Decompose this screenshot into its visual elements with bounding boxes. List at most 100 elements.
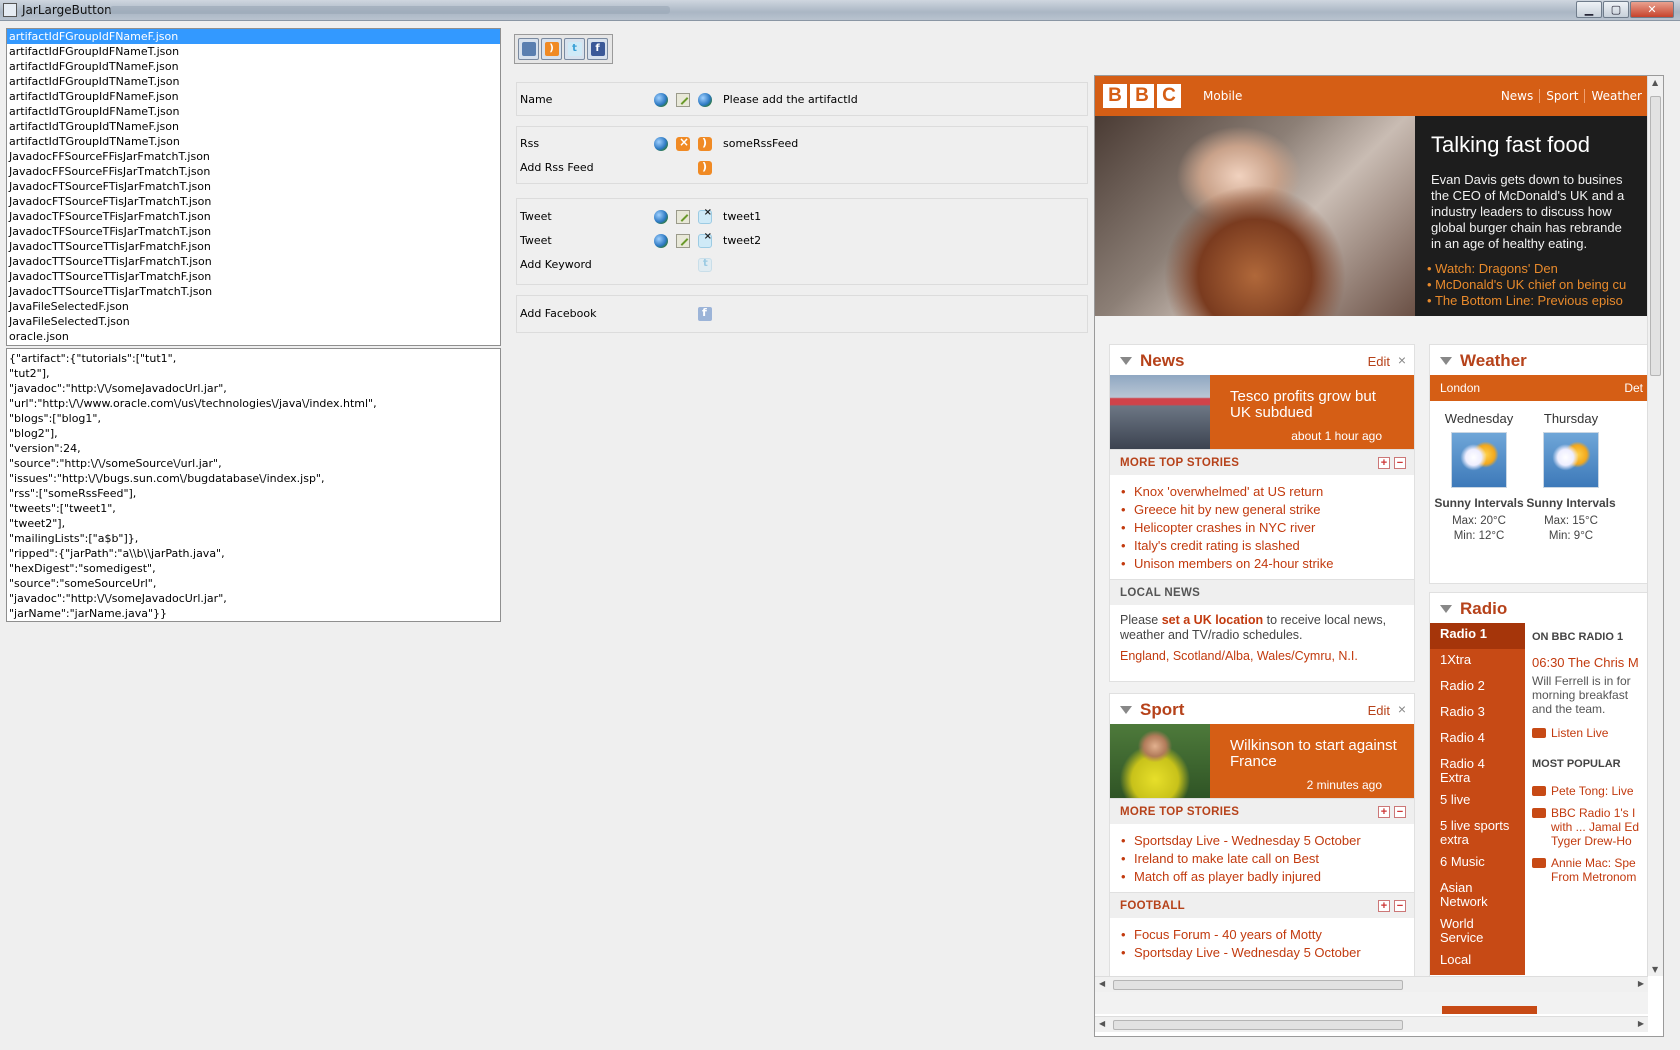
collapse-news-icon[interactable] — [1120, 357, 1132, 365]
remove-tweet-icon[interactable] — [698, 207, 712, 224]
file-list-item[interactable]: JavadocTTSourceTTisJarTmatchF.json — [7, 269, 500, 284]
file-list-item[interactable]: artifactIdTGroupIdFNameT.json — [7, 104, 500, 119]
sport-feature[interactable]: Wilkinson to start against France 2 minu… — [1110, 724, 1414, 798]
story-link[interactable]: Match off as player badly injured — [1121, 868, 1414, 886]
file-list-item[interactable]: artifactIdTGroupIdFNameF.json — [7, 89, 500, 104]
collapse-radio-icon[interactable] — [1440, 605, 1452, 613]
listen-live-link[interactable]: Listen Live — [1532, 726, 1642, 740]
scroll-thumb[interactable] — [1113, 980, 1403, 990]
file-list-item[interactable]: JavaFileSelectedF.json — [7, 299, 500, 314]
hero-title[interactable]: Talking fast food — [1431, 132, 1590, 158]
plus-icon[interactable]: + — [1378, 457, 1390, 469]
current-show-link[interactable]: 06:30 The Chris M — [1532, 655, 1642, 670]
radio-station-link[interactable]: Radio 4 Extra — [1430, 753, 1525, 789]
radio-station-link[interactable]: Radio 4 — [1430, 727, 1525, 753]
nav-sport-link[interactable]: Sport — [1539, 89, 1584, 103]
browser-vertical-scrollbar[interactable]: ▲ ▼ — [1647, 76, 1663, 976]
file-list-item[interactable]: JavadocTFSourceTFisJarTmatchT.json — [7, 224, 500, 239]
story-link[interactable]: Sportsday Live - Wednesday 5 October — [1121, 832, 1414, 850]
edit-icon[interactable] — [676, 234, 690, 248]
edit-icon[interactable] — [676, 93, 690, 107]
hero-link[interactable]: Watch: Dragons' Den — [1427, 261, 1647, 277]
file-list-item[interactable]: JavadocTFSourceTFisJarFmatchT.json — [7, 209, 500, 224]
remove-rss-icon[interactable] — [676, 135, 690, 151]
scroll-thumb[interactable] — [1650, 96, 1661, 376]
globe-icon[interactable] — [654, 234, 668, 248]
file-list-item[interactable]: artifactIdFGroupIdTNameF.json — [7, 59, 500, 74]
set-location-link[interactable]: set a UK location — [1162, 613, 1263, 627]
minimize-button[interactable]: ▁ — [1576, 1, 1602, 18]
file-list-item[interactable]: artifactIdTGroupIdTNameF.json — [7, 119, 500, 134]
story-link[interactable]: Focus Forum - 40 years of Motty — [1121, 926, 1414, 944]
json-text-area[interactable]: {"artifact":{"tutorials":["tut1", "tut2"]… — [6, 348, 501, 622]
story-link[interactable]: Knox 'overwhelmed' at US return — [1121, 483, 1414, 501]
radio-station-link[interactable]: 5 live — [1430, 789, 1525, 815]
toolbar-twitter-button[interactable]: t — [564, 38, 585, 60]
radio-station-link[interactable]: 6 Music — [1430, 851, 1525, 877]
story-link[interactable]: Sportsday Live - Wednesday 5 October — [1121, 944, 1414, 962]
radio-station-link[interactable]: Local — [1430, 949, 1525, 975]
story-link[interactable]: Ireland to make late call on Best — [1121, 850, 1414, 868]
file-list-item[interactable]: JavadocFFSourceFFisJarFmatchT.json — [7, 149, 500, 164]
plus-icon[interactable]: + — [1378, 806, 1390, 818]
news-feature[interactable]: Tesco profits grow but UK subdued about … — [1110, 375, 1414, 449]
collapse-weather-icon[interactable] — [1440, 357, 1452, 365]
story-link[interactable]: Greece hit by new general strike — [1121, 501, 1414, 519]
file-list-item[interactable]: artifactIdFGroupIdTNameT.json — [7, 74, 500, 89]
radio-station-link[interactable]: 5 live sports extra — [1430, 815, 1525, 851]
add-facebook-icon[interactable] — [698, 306, 712, 321]
hero-link[interactable]: McDonald's UK chief on being cu — [1427, 277, 1647, 293]
file-list-item[interactable]: JavaFileSelectedT.json — [7, 314, 500, 329]
maximize-button[interactable]: ▢ — [1603, 1, 1629, 18]
file-list-item[interactable]: JavadocTTSourceTTisJarFmatchF.json — [7, 239, 500, 254]
toolbar-facebook-button[interactable]: f — [587, 38, 608, 60]
file-list-item[interactable]: JavadocTTSourceTTisJarTmatchT.json — [7, 284, 500, 299]
file-list-item[interactable]: JavadocTTSourceTTisJarFmatchT.json — [7, 254, 500, 269]
radio-station-link[interactable]: 1Xtra — [1430, 649, 1525, 675]
browser-viewport[interactable]: B B C Mobile News Sport Weather Talking … — [1095, 76, 1648, 976]
hero-story[interactable]: Talking fast food Evan Davis gets down t… — [1095, 116, 1648, 316]
story-link[interactable]: Helicopter crashes in NYC river — [1121, 519, 1414, 537]
regions-links[interactable]: England, Scotland/Alba, Wales/Cymru, N.I… — [1120, 649, 1404, 664]
file-list-item[interactable]: artifactIdFGroupIdFNameT.json — [7, 44, 500, 59]
globe-icon[interactable] — [698, 93, 712, 107]
file-list-item[interactable]: JavadocFTSourceFTisJarFmatchT.json — [7, 179, 500, 194]
plus-icon[interactable]: + — [1378, 900, 1390, 912]
file-list-item[interactable]: oracle.json — [7, 329, 500, 344]
popular-item[interactable]: BBC Radio 1's I with ... Jamal Ed Tyger … — [1532, 806, 1642, 848]
add-tweet-icon[interactable] — [698, 258, 712, 272]
file-list-item[interactable]: JavadocFFSourceFFisJarTmatchT.json — [7, 164, 500, 179]
browser-horizontal-scrollbar[interactable]: ◀ ▶ — [1095, 976, 1648, 992]
globe-icon[interactable] — [654, 93, 668, 107]
radio-station-link[interactable]: Asian Network — [1430, 877, 1525, 913]
radio-station-link[interactable]: Radio 1 — [1430, 623, 1525, 649]
edit-icon[interactable] — [676, 210, 690, 224]
nav-weather-link[interactable]: Weather — [1584, 89, 1648, 103]
news-close-icon[interactable]: × — [1398, 352, 1406, 368]
json-file-list[interactable]: artifactIdFGroupIdFNameF.json artifactIdF… — [6, 28, 501, 346]
remove-tweet-icon[interactable] — [698, 231, 712, 248]
globe-icon[interactable] — [654, 137, 668, 151]
radio-station-link[interactable]: World Service — [1430, 913, 1525, 949]
weather-location[interactable]: London Det — [1430, 375, 1647, 401]
radio-station-link[interactable]: Radio 3 — [1430, 701, 1525, 727]
file-list-item[interactable]: JavadocFTSourceFTisJarTmatchT.json — [7, 194, 500, 209]
close-button[interactable]: ✕ — [1630, 1, 1674, 18]
story-link[interactable]: Italy's credit rating is slashed — [1121, 537, 1414, 555]
popular-item[interactable]: Annie Mac: Spe From Metronom — [1532, 856, 1642, 884]
sport-edit-link[interactable]: Edit — [1368, 703, 1390, 718]
bbc-logo[interactable]: B B C — [1103, 84, 1181, 108]
story-link[interactable]: Unison members on 24-hour strike — [1121, 555, 1414, 573]
scroll-thumb[interactable] — [1113, 1020, 1403, 1030]
add-rss-icon[interactable] — [698, 160, 712, 175]
news-edit-link[interactable]: Edit — [1368, 354, 1390, 369]
globe-icon[interactable] — [654, 210, 668, 224]
outer-horizontal-scrollbar[interactable]: ◀ ▶ — [1095, 1016, 1648, 1032]
radio-station-link[interactable]: Radio 2 — [1430, 675, 1525, 701]
minus-icon[interactable]: − — [1394, 457, 1406, 469]
rss-icon[interactable] — [698, 136, 712, 151]
collapse-sport-icon[interactable] — [1120, 706, 1132, 714]
file-list-item[interactable]: artifactIdFGroupIdFNameF.json — [7, 29, 500, 44]
hero-link[interactable]: The Bottom Line: Previous episo — [1427, 293, 1647, 309]
sport-close-icon[interactable]: × — [1398, 701, 1406, 717]
